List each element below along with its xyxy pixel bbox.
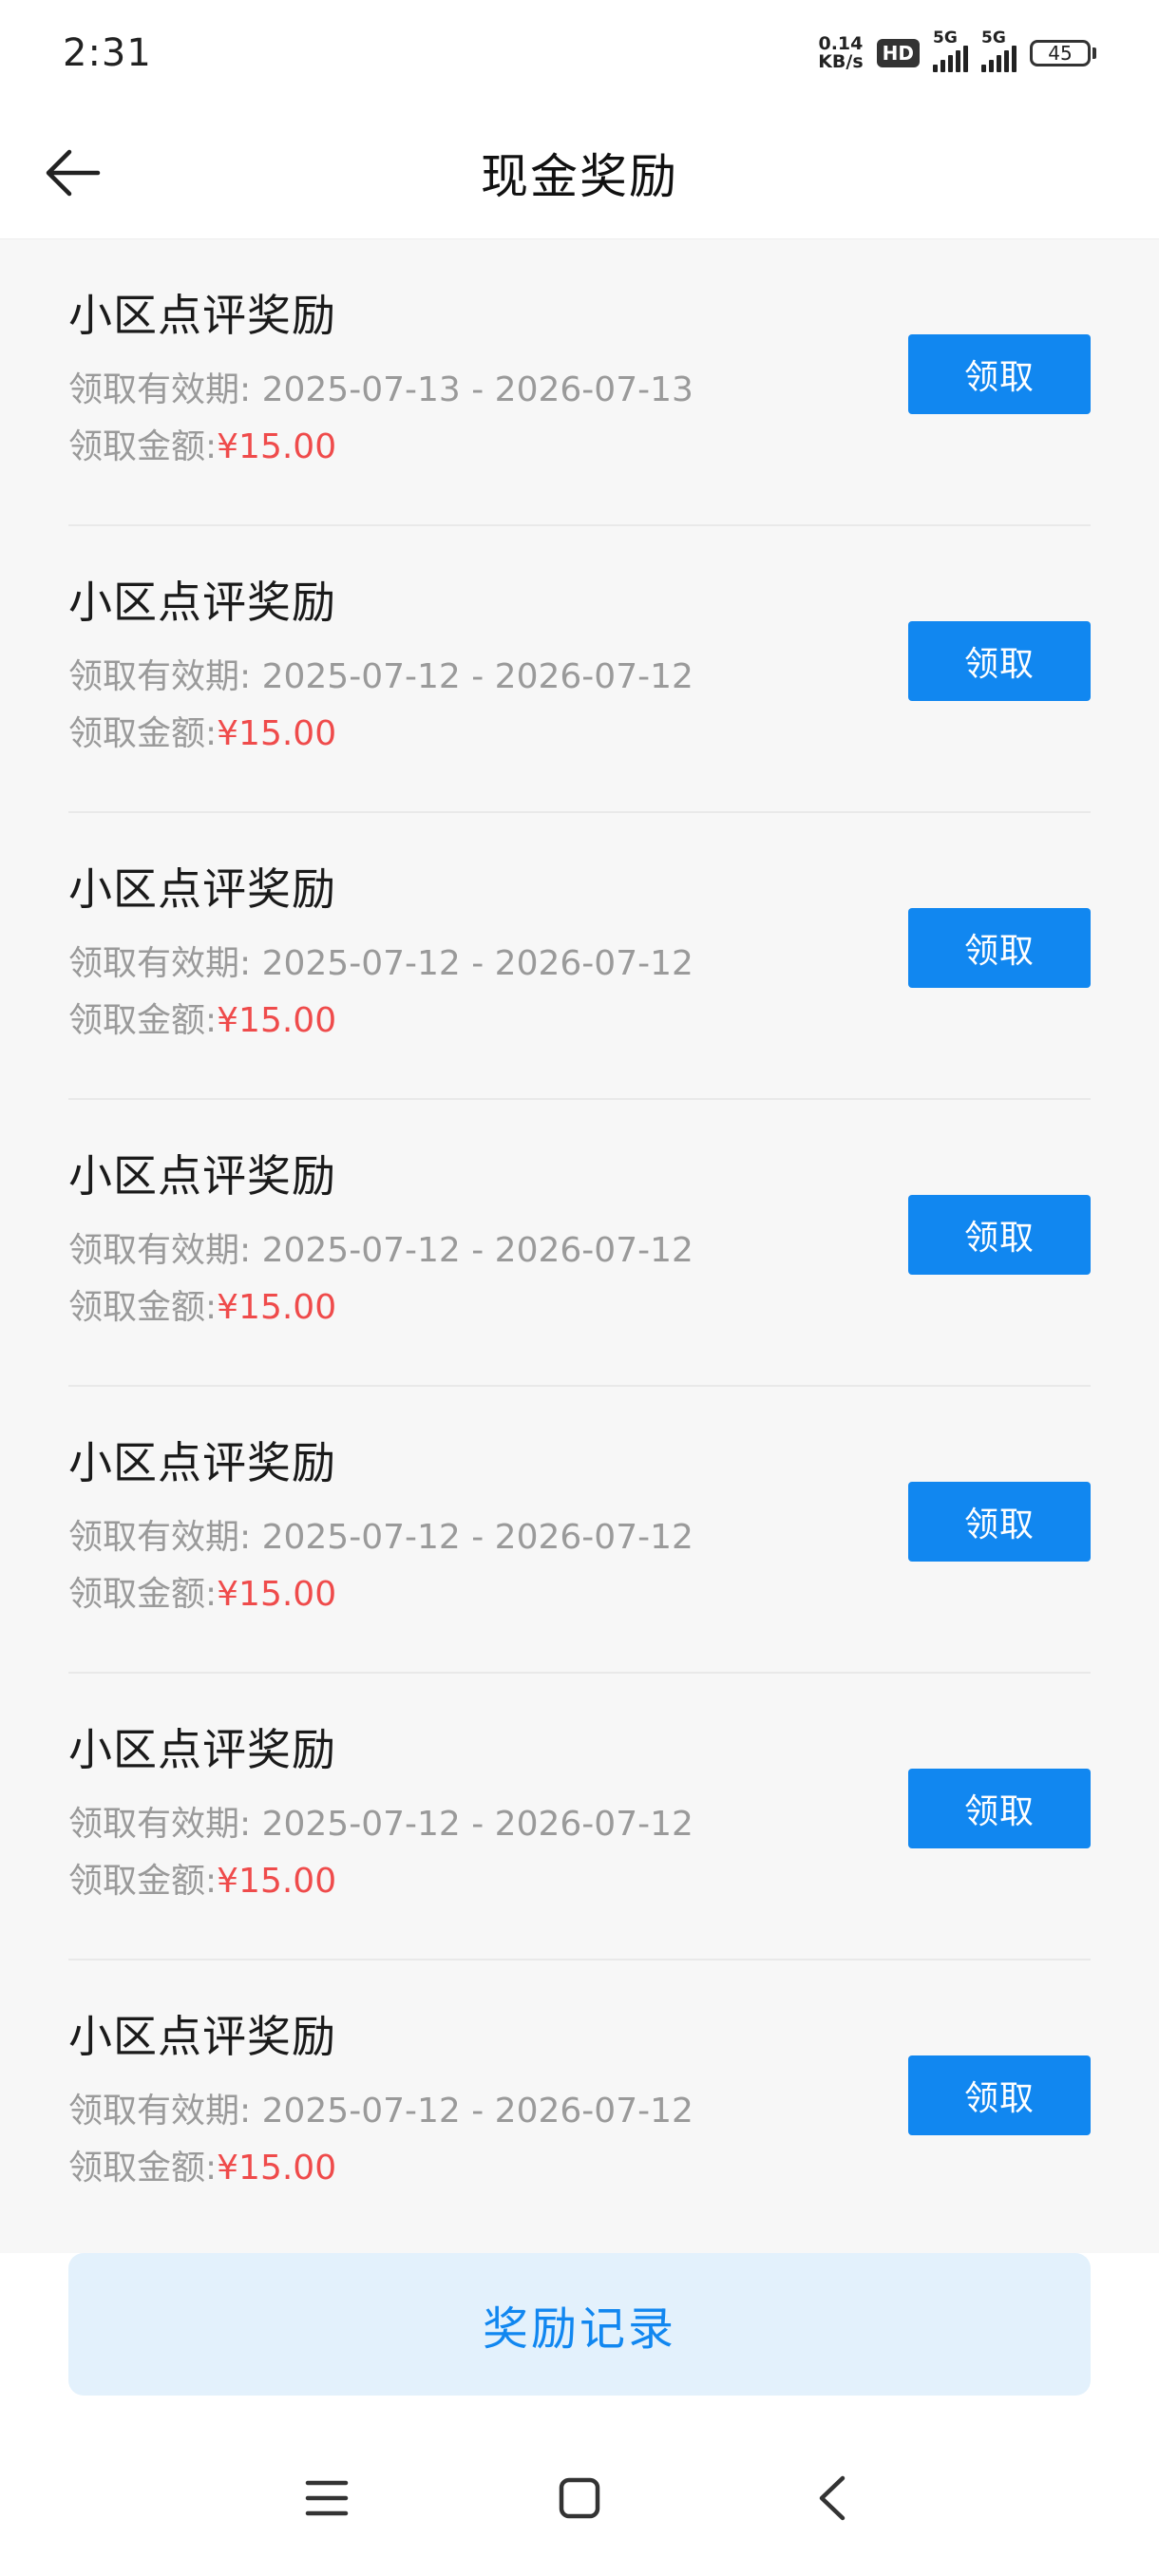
signal-2-generation: 5G xyxy=(981,28,1006,47)
reward-records-button[interactable]: 奖励记录 xyxy=(68,2253,1091,2396)
validity-range: 2025-07-12 - 2026-07-12 xyxy=(261,2092,694,2131)
validity-range: 2025-07-13 - 2026-07-13 xyxy=(261,370,694,409)
battery-level: 45 xyxy=(1030,40,1091,66)
claim-button[interactable]: 领取 xyxy=(908,908,1091,988)
hd-voice-badge: HD xyxy=(876,39,920,67)
reward-item: 小区点评奖励 领取有效期: 2025-07-12 - 2026-07-12 领取… xyxy=(68,813,1091,1100)
reward-validity: 领取有效期: 2025-07-12 - 2026-07-12 xyxy=(68,655,694,699)
reward-title: 小区点评奖励 xyxy=(68,2011,336,2062)
signal-1-generation: 5G xyxy=(933,28,958,47)
reward-list: 小区点评奖励 领取有效期: 2025-07-13 - 2026-07-13 领取… xyxy=(0,239,1159,2253)
amount-label: 领取金额: xyxy=(68,2149,218,2188)
amount-value: ¥15.00 xyxy=(217,1288,337,1327)
amount-label: 领取金额: xyxy=(68,714,218,753)
signal-bar xyxy=(940,60,945,72)
amount-label: 领取金额: xyxy=(68,1001,218,1040)
reward-amount: 领取金额:¥15.00 xyxy=(68,2147,336,2190)
network-speed-unit: KB/s xyxy=(818,51,864,72)
claim-button[interactable]: 领取 xyxy=(908,1769,1091,1848)
validity-range: 2025-07-12 - 2026-07-12 xyxy=(261,1518,694,1557)
signal-bar xyxy=(997,55,1001,72)
amount-value: ¥15.00 xyxy=(217,714,337,753)
claim-button[interactable]: 领取 xyxy=(908,1195,1091,1275)
validity-label: 领取有效期: xyxy=(68,944,252,983)
recent-apps-button[interactable] xyxy=(289,2460,365,2536)
reward-title: 小区点评奖励 xyxy=(68,1437,336,1488)
reward-title: 小区点评奖励 xyxy=(68,290,336,341)
claim-button[interactable]: 领取 xyxy=(908,2055,1091,2135)
validity-label: 领取有效期: xyxy=(68,2092,252,2131)
amount-label: 领取金额: xyxy=(68,1288,218,1327)
page-title: 现金奖励 xyxy=(481,148,678,204)
reward-item: 小区点评奖励 领取有效期: 2025-07-12 - 2026-07-12 领取… xyxy=(68,1387,1091,1674)
reward-title: 小区点评奖励 xyxy=(68,863,336,915)
signal-bar xyxy=(989,60,994,72)
reward-amount: 领取金额:¥15.00 xyxy=(68,1860,336,1904)
reward-item: 小区点评奖励 领取有效期: 2025-07-12 - 2026-07-12 领取… xyxy=(68,1100,1091,1387)
amount-value: ¥15.00 xyxy=(217,427,337,466)
reward-item: 小区点评奖励 领取有效期: 2025-07-12 - 2026-07-12 领取… xyxy=(68,1674,1091,1960)
validity-label: 领取有效期: xyxy=(68,657,252,696)
system-navigation-bar xyxy=(0,2432,1159,2576)
arrow-left-icon xyxy=(46,149,101,197)
amount-value: ¥15.00 xyxy=(217,1862,337,1901)
system-back-button[interactable] xyxy=(794,2460,870,2536)
reward-item: 小区点评奖励 领取有效期: 2025-07-12 - 2026-07-12 领取… xyxy=(68,526,1091,813)
menu-icon xyxy=(305,2480,349,2516)
validity-range: 2025-07-12 - 2026-07-12 xyxy=(261,944,694,983)
reward-validity: 领取有效期: 2025-07-12 - 2026-07-12 xyxy=(68,1516,694,1560)
signal-bar xyxy=(948,55,953,72)
validity-label: 领取有效期: xyxy=(68,1231,252,1270)
amount-value: ¥15.00 xyxy=(217,1575,337,1614)
battery-icon: 45 xyxy=(1030,40,1096,66)
validity-range: 2025-07-12 - 2026-07-12 xyxy=(261,1805,694,1844)
reward-title: 小区点评奖励 xyxy=(68,1150,336,1202)
reward-validity: 领取有效期: 2025-07-13 - 2026-07-13 xyxy=(68,369,694,412)
signal-bar xyxy=(1004,50,1009,72)
status-bar: 2:31 0.14 KB/s HD 5G 5G 45 xyxy=(0,0,1159,106)
signal-bar xyxy=(933,65,938,72)
signal-bar xyxy=(1012,46,1016,72)
back-button[interactable] xyxy=(34,135,110,211)
reward-validity: 领取有效期: 2025-07-12 - 2026-07-12 xyxy=(68,1803,694,1847)
cellular-signal-1-icon: 5G xyxy=(933,28,968,72)
reward-amount: 领取金额:¥15.00 xyxy=(68,712,336,756)
claim-button[interactable]: 领取 xyxy=(908,334,1091,414)
network-speed: 0.14 KB/s xyxy=(818,35,863,71)
cellular-signal-2-icon: 5G xyxy=(981,28,1016,72)
reward-validity: 领取有效期: 2025-07-12 - 2026-07-12 xyxy=(68,942,694,986)
reward-item: 小区点评奖励 领取有效期: 2025-07-13 - 2026-07-13 领取… xyxy=(68,239,1091,526)
amount-value: ¥15.00 xyxy=(217,1001,337,1040)
reward-amount: 领取金额:¥15.00 xyxy=(68,426,336,469)
validity-range: 2025-07-12 - 2026-07-12 xyxy=(261,1231,694,1270)
validity-label: 领取有效期: xyxy=(68,1805,252,1844)
validity-label: 领取有效期: xyxy=(68,1518,252,1557)
claim-button[interactable]: 领取 xyxy=(908,621,1091,701)
reward-amount: 领取金额:¥15.00 xyxy=(68,999,336,1043)
claim-button[interactable]: 领取 xyxy=(908,1482,1091,1562)
signal-bar xyxy=(956,50,960,72)
reward-title: 小区点评奖励 xyxy=(68,1724,336,1775)
validity-label: 领取有效期: xyxy=(68,370,252,409)
reward-amount: 领取金额:¥15.00 xyxy=(68,1573,336,1617)
reward-item: 小区点评奖励 领取有效期: 2025-07-12 - 2026-07-12 领取… xyxy=(68,1960,1091,2247)
home-button[interactable] xyxy=(542,2460,618,2536)
status-time: 2:31 xyxy=(63,31,152,75)
home-square-icon xyxy=(559,2477,600,2519)
reward-title: 小区点评奖励 xyxy=(68,577,336,628)
reward-validity: 领取有效期: 2025-07-12 - 2026-07-12 xyxy=(68,2090,694,2133)
status-indicators: 0.14 KB/s HD 5G 5G 45 xyxy=(818,28,1096,72)
signal-bar xyxy=(981,65,986,72)
signal-bar xyxy=(963,46,968,72)
chevron-left-icon xyxy=(819,2475,846,2521)
amount-label: 领取金额: xyxy=(68,427,218,466)
battery-tip xyxy=(1092,47,1096,59)
amount-value: ¥15.00 xyxy=(217,2149,337,2188)
amount-label: 领取金额: xyxy=(68,1862,218,1901)
validity-range: 2025-07-12 - 2026-07-12 xyxy=(261,657,694,696)
navigation-header: 现金奖励 xyxy=(0,106,1159,239)
amount-label: 领取金额: xyxy=(68,1575,218,1614)
reward-amount: 领取金额:¥15.00 xyxy=(68,1286,336,1330)
reward-validity: 领取有效期: 2025-07-12 - 2026-07-12 xyxy=(68,1229,694,1273)
